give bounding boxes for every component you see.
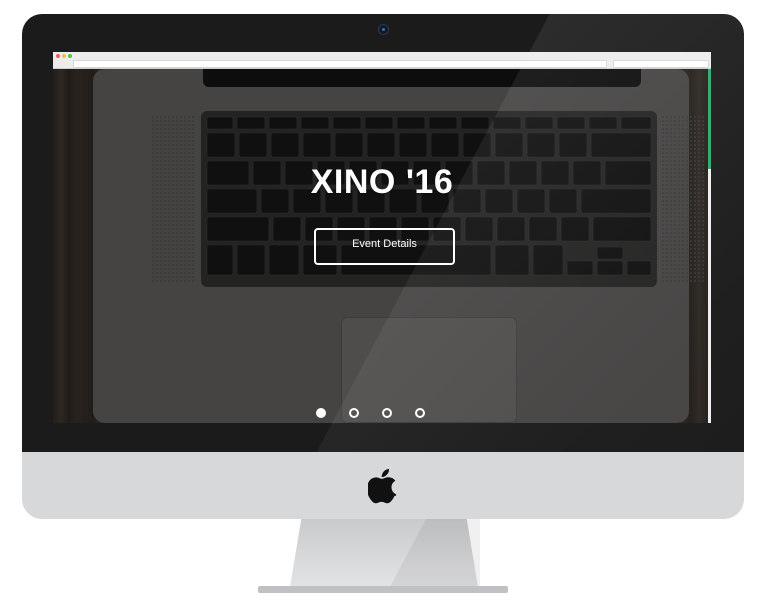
hero-slider: XINO '16 Event Details	[53, 69, 711, 423]
minimize-window-button[interactable]	[62, 54, 66, 58]
camera-icon	[378, 24, 389, 35]
address-bar[interactable]	[73, 60, 607, 68]
monitor-bezel: XINO '16 Event Details	[22, 14, 744, 452]
hero-title: XINO '16	[310, 163, 454, 201]
monitor-foot	[258, 586, 508, 593]
slide-dot-3[interactable]	[382, 408, 392, 418]
maximize-window-button[interactable]	[68, 54, 72, 58]
browser-toolbar	[53, 52, 711, 69]
slide-dot-4[interactable]	[415, 408, 425, 418]
close-window-button[interactable]	[56, 54, 60, 58]
slider-pagination	[316, 408, 425, 418]
slide-dot-1[interactable]	[316, 408, 326, 418]
monitor-chin	[22, 452, 744, 519]
page-scrollbar[interactable]	[708, 69, 711, 423]
window-controls	[56, 54, 72, 58]
monitor-screen: XINO '16 Event Details	[53, 52, 711, 423]
search-bar[interactable]	[613, 60, 709, 68]
page-scrollbar-thumb[interactable]	[708, 69, 711, 169]
apple-logo-icon	[368, 468, 397, 503]
monitor: XINO '16 Event Details	[22, 14, 744, 519]
event-details-button[interactable]: Event Details	[314, 228, 455, 265]
slide-dot-2[interactable]	[349, 408, 359, 418]
